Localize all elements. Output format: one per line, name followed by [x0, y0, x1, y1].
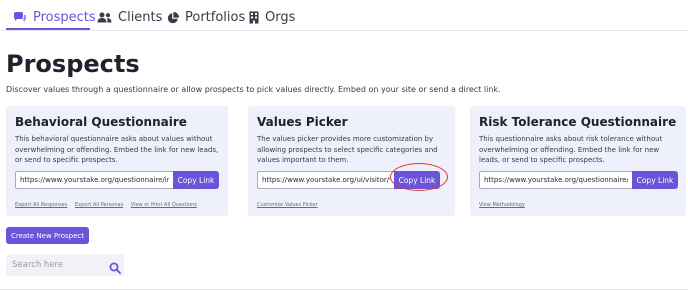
prospects-icon	[13, 11, 27, 24]
tab-label: Prospects	[33, 10, 96, 25]
highlight-annotation	[390, 163, 448, 191]
risk-link-input[interactable]	[479, 171, 632, 189]
view-print-questions-link[interactable]: View or Print All Questions	[131, 202, 197, 208]
building-icon	[249, 11, 259, 24]
view-methodology-link[interactable]: View Methodology	[479, 202, 525, 208]
risk-tolerance-card: Risk Tolerance Questionnaire This questi…	[470, 106, 686, 216]
card-links: Customize Values Picker	[257, 202, 324, 208]
create-new-prospect-button[interactable]: Create New Prospect	[6, 227, 89, 244]
values-picker-card: Values Picker The values picker provides…	[248, 106, 455, 216]
customize-values-picker-link[interactable]: Customize Values Picker	[257, 202, 318, 208]
card-title: Risk Tolerance Questionnaire	[479, 115, 677, 129]
tab-prospects[interactable]: Prospects	[13, 6, 96, 29]
export-all-personas-link[interactable]: Export All Personas	[75, 202, 123, 208]
questionnaire-link-input[interactable]	[15, 171, 173, 189]
pie-chart-icon	[167, 11, 179, 24]
tab-clients[interactable]: Clients	[97, 6, 162, 29]
divider	[0, 289, 688, 290]
link-field: Copy Link	[479, 171, 678, 189]
page-intro: Discover values through a questionnaire …	[6, 85, 501, 94]
card-links: View Methodology	[479, 202, 531, 208]
page-title: Prospects	[6, 50, 140, 78]
copy-link-button[interactable]: Copy Link	[632, 171, 678, 189]
search-input[interactable]	[12, 258, 102, 272]
tab-portfolios[interactable]: Portfolios	[167, 6, 245, 29]
people-icon	[97, 12, 112, 23]
tab-label: Clients	[118, 10, 163, 25]
tab-orgs[interactable]: Orgs	[249, 6, 295, 29]
card-title: Values Picker	[257, 115, 348, 129]
card-description: The values picker provides more customiz…	[257, 135, 438, 164]
card-links: Export All Responses Export All Personas…	[15, 202, 203, 208]
search-icon[interactable]	[109, 259, 121, 278]
behavioral-questionnaire-card: Behavioral Questionnaire This behavioral…	[6, 106, 228, 216]
link-field: Copy Link	[15, 171, 219, 189]
export-all-responses-link[interactable]: Export All Responses	[15, 202, 67, 208]
active-tab-indicator	[6, 28, 90, 30]
search-box	[6, 254, 124, 276]
card-description: This questionnaire asks about risk toler…	[479, 135, 663, 164]
top-tabs: Prospects Clients Portfolios Orgs	[0, 0, 688, 31]
card-title: Behavioral Questionnaire	[15, 115, 187, 129]
tab-label: Portfolios	[185, 10, 246, 25]
copy-link-button[interactable]: Copy Link	[173, 171, 219, 189]
values-picker-link-input[interactable]	[257, 171, 394, 189]
card-description: This behavioral questionnaire asks about…	[15, 135, 219, 164]
tab-label: Orgs	[265, 10, 296, 25]
